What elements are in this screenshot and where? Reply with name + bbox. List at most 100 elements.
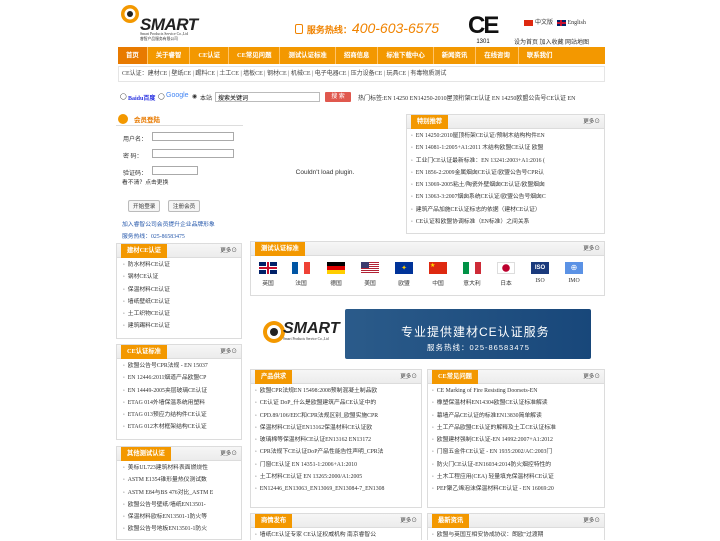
list-item[interactable]: 防水材料CE认证 [123,259,241,271]
special-more[interactable]: 更多⊙ [583,115,600,129]
list-item[interactable]: EN12446_EN13063_EN13069_EN13084-7_EN1308 [255,483,421,495]
search-button[interactable]: 搜 索 [325,92,351,102]
nav-ce-faq[interactable]: CE常见问题 [229,47,281,64]
list-item[interactable]: 墙纸CE认证专家 CE认证权威机构 南京睿智公 [255,529,421,541]
flag-imo[interactable]: ⊕ IMO [562,262,586,284]
list-item[interactable]: 门窗五金件CE认证 - EN 1935:2002/AC:2003门 [432,446,604,458]
cert-standards-more[interactable]: 更多⊙ [220,345,237,359]
list-item[interactable]: EN 1856-2:2009金属烟囱CE认证/欧盟公告号CPR认 [411,167,604,179]
list-item[interactable]: 钢材CE认证 [123,271,241,283]
register-button[interactable]: 注册会员 [167,200,201,212]
list-item[interactable]: 建筑踢料CE认证 [123,320,241,332]
list-item[interactable]: ASTM E1354锥形量热仪测试数 [123,474,241,486]
nav-standards[interactable]: 测试认证标准 [280,47,336,64]
list-item[interactable]: 欧盟公告号地板EN13501-1防火 [123,523,241,535]
list-item[interactable]: 土工材料CE认证 EN 13265:2000/A1:2005 [255,471,421,483]
list-item[interactable]: 玻璃棉等保温材料CE认证EN13162 EN13172 [255,434,421,446]
nav-ce-cert[interactable]: CE认证 [190,47,230,64]
nav-home[interactable]: 首页 [118,47,148,64]
list-item[interactable]: EN 14449-2005夹层玻璃CE认证 [123,385,241,397]
list-item[interactable]: ETAG 012木材框架结构CE认证 [123,421,241,433]
login-panel: 会员登陆 用户名： 密 码： 验证码： 看不清？点击更换 开始登录 注册会员 加… [116,112,243,242]
standards-more[interactable]: 更多⊙ [583,242,600,256]
username-input[interactable] [152,132,234,141]
list-item[interactable]: 土工织物CE认证 [123,308,241,320]
list-item[interactable]: 橡塑保温材料EN14304欧盟CE认证标准解读 [432,397,604,409]
nav-about[interactable]: 关于睿智 [148,47,191,64]
list-item[interactable]: 土工产品欧盟CE认证的解释及土工CE认证标准 [432,422,604,434]
merchants-title: 商情发布 [255,514,293,528]
list-item[interactable]: 美标UL723建筑材料表面燃烧性 [123,462,241,474]
list-item[interactable]: 防火门CE认证-EN16034:2014防火烟控特性的 [432,459,604,471]
list-item[interactable]: 保温材料CE认证 [123,284,241,296]
site-logo[interactable]: SMART Smart Products Service Co.,Ltd 睿智产… [120,2,215,42]
join-link[interactable]: 加入睿智公司会员提升企业品牌形象 [122,219,243,228]
list-item[interactable]: CE认证和欧盟协调标准（EN标准）之间关系 [411,216,604,228]
radio-site[interactable]: ◉ [192,93,197,100]
service-banner[interactable]: SMART Smart Products Service Co.,Ltd 专业提… [250,303,605,366]
faq-more[interactable]: 更多⊙ [583,370,600,384]
list-item[interactable]: 工业门CE认证最新标准：EN 13241:2003+A1:2016 ( [411,155,604,167]
list-item[interactable]: ETAG 014外墙保温系统用塑料 [123,397,241,409]
list-item[interactable]: 土木工程应用(CEA) 轻量填充保温材料CE认证 [432,471,604,483]
flag-china[interactable]: ★ 中国 [426,262,450,287]
news-more[interactable]: 更多⊙ [583,514,600,528]
nav-consult[interactable]: 在线咨询 [476,47,519,64]
list-item[interactable]: 欧盟公告号壁纸/墙纸EN13501- [123,499,241,511]
list-item[interactable]: 欧盟与英国互相安协成协议：朗欧"过渡期 [432,529,604,541]
top-links[interactable]: 设为首页 加入收藏 网站地图 [514,37,589,46]
login-button[interactable]: 开始登录 [128,200,161,212]
list-item[interactable]: 欧盟公告号CPR法规 - EN 15037 [123,360,241,372]
flag-germany[interactable]: 德国 [324,262,348,287]
list-item[interactable]: 幕墙产品CE认证的标准EN13830简单解读 [432,410,604,422]
list-item[interactable]: CE认证 DoP_什么是欧盟建筑产品CE认证中的 [255,397,421,409]
list-item[interactable]: EN 14081-1:2005+A1:2011 木结构欧盟CE认证 欧盟 [411,142,604,154]
list-item[interactable]: EN 13063-3:2007烟囱系统CE认证/欧盟公告号烟囱C [411,191,604,203]
special-title: 特别推荐 [411,115,449,129]
list-item[interactable]: CE Marking of Fire Resisting Doorsets-EN [432,385,604,397]
nav-business[interactable]: 招商信息 [336,47,379,64]
flag-uk[interactable]: 英国 [256,262,280,287]
password-input[interactable] [152,149,234,158]
list-item[interactable]: CPD.89/106/EEC和CPR法规区别_欧盟实施CPR [255,410,421,422]
nav-news[interactable]: 新闻资讯 [434,47,477,64]
flag-iso[interactable]: ISO ISO [528,262,552,284]
hot-tags[interactable]: 热门标签:EN 14250 EN14250-2010屋顶桁架CE认证 EN 14… [358,93,576,102]
list-item[interactable]: 门窗CE认证 EN 14351-1:2006+A1:2010 [255,459,421,471]
flag-eu[interactable]: ✦ 欧盟 [392,262,416,287]
radio-baidu[interactable]: ◯ [120,93,127,100]
list-item[interactable]: 建筑产品加施CE认证标志的依据（建材CE认证） [411,204,604,216]
materials-more[interactable]: 更多⊙ [220,244,237,258]
flag-usa[interactable]: 美国 [358,262,382,287]
products-title: 产品供求 [255,370,293,384]
list-item[interactable]: EN 12446:2011烟道产品欧盟CP [123,372,241,384]
sub-nav[interactable]: CE认证：建材CE | 壁纸CE | 踢料CE | 土工CE | 墙板CE | … [118,66,605,82]
list-item[interactable]: ASTM E84与BS 476对比_ASTM E [123,487,241,499]
list-item[interactable]: 欧盟CPR法规EN 15498:2008预制混凝土制品欧 [255,385,421,397]
flag-italy[interactable]: 意大利 [460,262,484,287]
merchants-more[interactable]: 更多⊙ [400,514,417,528]
nav-downloads[interactable]: 标准下载中心 [378,47,434,64]
list-item[interactable]: PEF聚乙烯泡沫保温材料CE认证 - EN 16069:20 [432,483,604,495]
radio-google[interactable]: ◯ [158,93,165,100]
lang-cn-link[interactable]: 中文版 [535,20,553,26]
captcha-input[interactable] [152,166,198,175]
list-item[interactable]: EN 14250:2010屋顶桁架CE认证/预制木结构构件EN [411,130,604,142]
nav-contact[interactable]: 联系我们 [519,47,561,64]
list-item[interactable]: CPR法规下CE认证DoP产品性能告性声明_CPR法 [255,446,421,458]
list-item[interactable]: 保温材料CE认证EN13162保温材料CE认证欧 [255,422,421,434]
login-title: 会员登陆 [134,117,160,124]
products-more[interactable]: 更多⊙ [400,370,417,384]
flag-france[interactable]: 法国 [289,262,313,287]
list-item[interactable]: 欧盟建材强制CE认证-EN 14992:2007+A1:2012 [432,434,604,446]
other-tests-more[interactable]: 更多⊙ [220,447,237,461]
list-item[interactable]: ETAG 013预应力结构件CE认证 [123,409,241,421]
search-input[interactable] [215,92,320,102]
list-item[interactable]: EN 13069-2005粘土/陶瓷外壁烟囱CE认证/欧盟烟囱 [411,179,604,191]
username-label: 用户名： [123,137,148,143]
flag-japan[interactable]: 日本 [494,262,518,287]
list-item[interactable]: 保温材料欧标EN13501-1防火等 [123,511,241,523]
lang-en-link[interactable]: English [568,20,586,26]
faq-box: CE常见问题 更多⊙ CE Marking of Fire Resisting D… [427,369,605,508]
list-item[interactable]: 墙纸壁纸CE认证 [123,296,241,308]
